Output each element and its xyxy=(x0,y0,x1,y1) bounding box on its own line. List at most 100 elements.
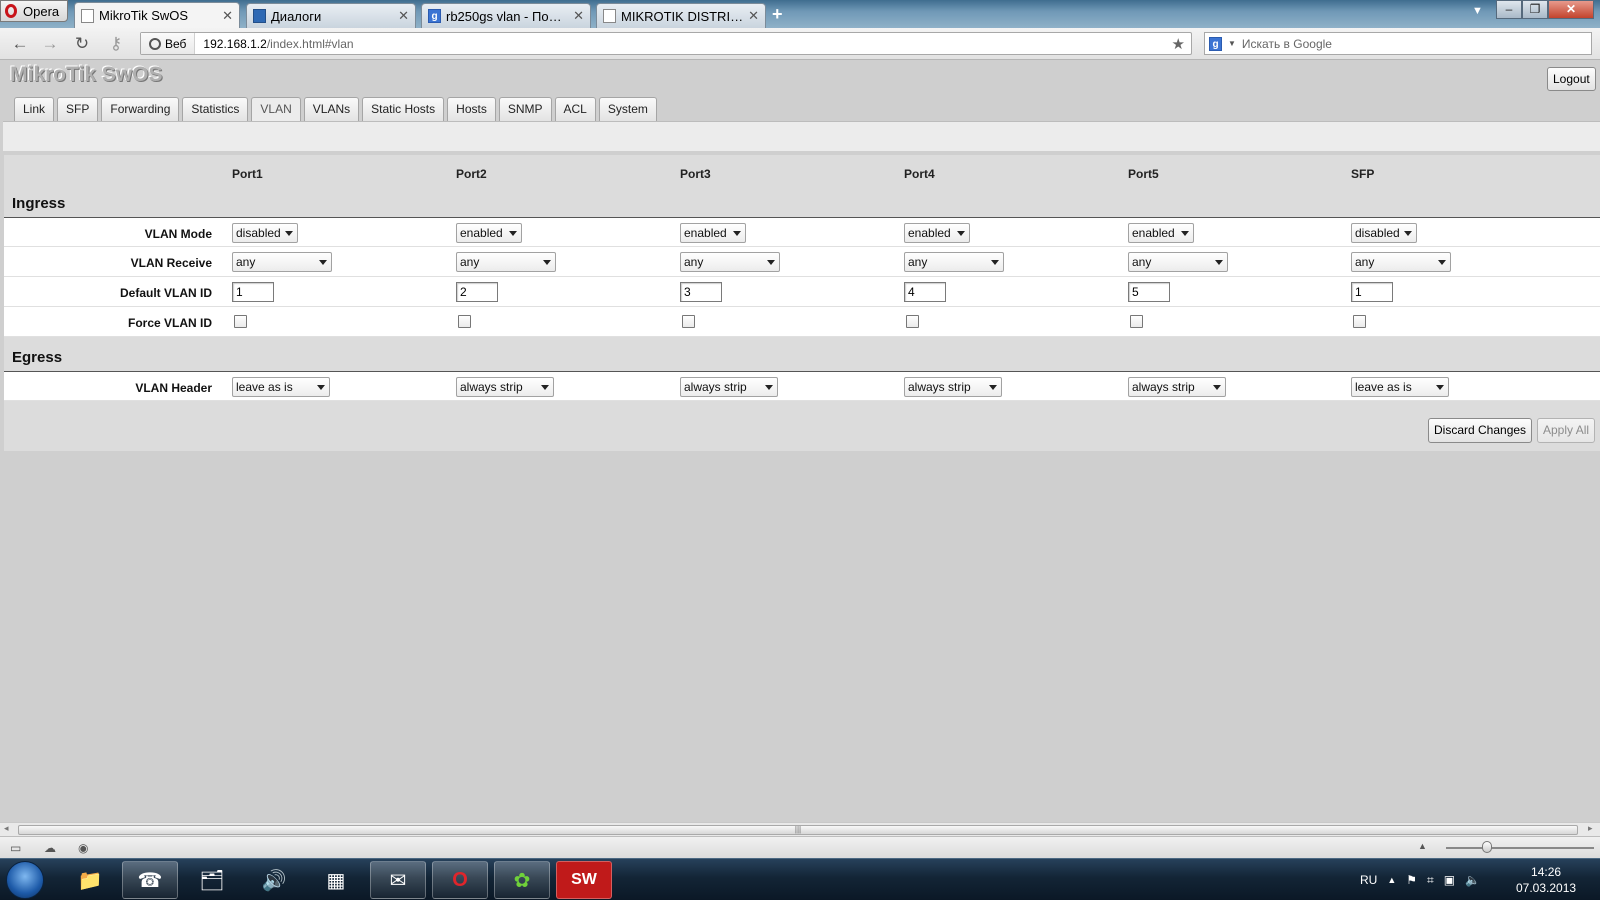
browser-tab-2[interactable]: Диалоги ✕ xyxy=(246,3,416,28)
scrollbar-thumb[interactable]: ||| xyxy=(18,825,1578,835)
vlan-mode-select-port1[interactable]: disabled xyxy=(232,223,298,243)
search-engine-chevron-icon[interactable]: ▼ xyxy=(1228,39,1236,48)
vlan-receive-select-port1[interactable]: any xyxy=(232,252,332,272)
vlan-header-select-sfp[interactable]: leave as is xyxy=(1351,377,1449,397)
zoom-slider-track[interactable] xyxy=(1446,847,1594,849)
force-vlan-id-checkbox-port5[interactable] xyxy=(1130,315,1143,328)
security-badge[interactable]: Веб xyxy=(141,33,196,54)
calculator-icon[interactable]: ▦ xyxy=(308,861,364,899)
port-header-port3: Port3 xyxy=(680,167,711,181)
default-vlan-id-input-port3[interactable]: 3 xyxy=(680,282,722,302)
icq-app-icon[interactable]: ✿ xyxy=(494,861,550,899)
logout-button[interactable]: Logout xyxy=(1547,67,1596,91)
solidworks-app-icon[interactable]: SW xyxy=(556,861,612,899)
tray-expand-icon[interactable]: ▲ xyxy=(1387,875,1396,885)
restore-icon[interactable]: ❐ xyxy=(1522,0,1548,19)
force-vlan-id-checkbox-sfp[interactable] xyxy=(1353,315,1366,328)
address-url[interactable]: 192.168.1.2/index.html#vlan xyxy=(195,37,1165,51)
close-window-icon[interactable]: ✕ xyxy=(1548,0,1594,19)
reload-icon[interactable]: ↻ xyxy=(70,34,94,54)
close-tab-icon[interactable]: ✕ xyxy=(222,8,233,24)
scroll-left-icon[interactable]: ◂ xyxy=(4,823,9,834)
default-vlan-id-input-port5[interactable]: 5 xyxy=(1128,282,1170,302)
force-vlan-id-checkbox-port1[interactable] xyxy=(234,315,247,328)
search-box[interactable]: g ▼ Искать в Google xyxy=(1204,32,1592,55)
default-vlan-id-input-port2[interactable]: 2 xyxy=(456,282,498,302)
vlan-receive-select-port3[interactable]: any xyxy=(680,252,780,272)
tab-forwarding[interactable]: Forwarding xyxy=(101,97,180,121)
start-button-icon[interactable] xyxy=(6,861,44,899)
back-arrow-icon[interactable]: ← xyxy=(8,34,32,54)
opera-menu-button[interactable]: Opera xyxy=(0,0,68,22)
vlan-receive-select-port5[interactable]: any xyxy=(1128,252,1228,272)
tab-acl[interactable]: ACL xyxy=(554,97,596,121)
opera-app-icon[interactable]: O xyxy=(432,861,488,899)
vlan-receive-select-sfp[interactable]: any xyxy=(1351,252,1451,272)
browser-tab-1[interactable]: MikroTik SwOS ✕ xyxy=(74,2,240,28)
language-indicator[interactable]: RU xyxy=(1360,873,1377,887)
vlan-header-select-port1[interactable]: leave as is xyxy=(232,377,330,397)
force-vlan-id-checkbox-port4[interactable] xyxy=(906,315,919,328)
horizontal-scrollbar[interactable]: ◂ ||| ▸ xyxy=(0,822,1600,836)
forward-arrow-icon[interactable]: → xyxy=(38,34,62,54)
tab-system[interactable]: System xyxy=(598,97,657,121)
tab-sfp[interactable]: SFP xyxy=(57,97,99,121)
volume-icon[interactable]: 🔈 xyxy=(1465,873,1480,887)
apply-all-button[interactable]: Apply All xyxy=(1537,418,1596,443)
network-icon[interactable]: ▣ xyxy=(1444,873,1455,887)
browser-tab-3[interactable]: g rb250gs vlan - Поиск в... ✕ xyxy=(421,3,591,28)
browser-tab-title: rb250gs vlan - Поиск в... xyxy=(446,8,569,24)
force-vlan-id-checkbox-port3[interactable] xyxy=(682,315,695,328)
close-tab-icon[interactable]: ✕ xyxy=(398,8,409,24)
zoom-slider-knob[interactable] xyxy=(1482,841,1492,853)
default-vlan-id-input-port1[interactable]: 1 xyxy=(232,282,274,302)
close-tab-icon[interactable]: ✕ xyxy=(748,8,759,24)
tab-static-hosts[interactable]: Static Hosts xyxy=(362,97,445,121)
phone-app-icon[interactable]: ☎ xyxy=(122,861,178,899)
explorer-icon[interactable]: 🗂 xyxy=(184,861,240,899)
tab-list-chevron-icon[interactable]: ▼ xyxy=(1472,5,1483,17)
tab-vlan[interactable]: VLAN xyxy=(251,97,301,122)
vlan-header-select-port4[interactable]: always strip xyxy=(904,377,1002,397)
tab-vlans[interactable]: VLANs xyxy=(303,97,360,121)
vlan-receive-select-port2[interactable]: any xyxy=(456,252,556,272)
app-tab-bar: Link SFP Forwarding Statistics VLAN VLANs Stat… xyxy=(14,97,657,122)
speaker-app-icon[interactable]: 🔊 xyxy=(246,861,302,899)
default-vlan-id-input-sfp[interactable]: 1 xyxy=(1351,282,1393,302)
usb-icon[interactable]: ⌗ xyxy=(1427,873,1434,888)
scroll-right-icon[interactable]: ▸ xyxy=(1588,823,1593,834)
tab-link[interactable]: Link xyxy=(14,97,55,121)
browser-tab-4[interactable]: MIKROTIK DISTRIBUTO... ✕ xyxy=(596,3,766,28)
google-icon[interactable]: g xyxy=(1209,36,1222,51)
vlan-mode-select-port3[interactable]: enabled xyxy=(680,223,746,243)
vlan-mode-select-port5[interactable]: enabled xyxy=(1128,223,1194,243)
key-icon[interactable]: ⚷ xyxy=(104,34,128,54)
mail-app-icon[interactable]: ✉ xyxy=(370,861,426,899)
folder-app-icon[interactable]: 📁 xyxy=(62,861,118,899)
flag-icon[interactable]: ⚑ xyxy=(1406,873,1417,887)
new-tab-plus-icon[interactable]: + xyxy=(772,4,783,25)
discard-changes-button[interactable]: Discard Changes xyxy=(1428,418,1533,443)
vlan-header-select-port5[interactable]: always strip xyxy=(1128,377,1226,397)
port-header-port4: Port4 xyxy=(904,167,935,181)
clock[interactable]: 14:26 07.03.2013 xyxy=(1516,864,1576,896)
tab-statistics[interactable]: Statistics xyxy=(182,97,249,121)
address-bar[interactable]: Веб 192.168.1.2/index.html#vlan ★ xyxy=(140,32,1192,55)
bookmark-star-icon[interactable]: ★ xyxy=(1166,35,1191,53)
panel-toggle-icon[interactable]: ▭ xyxy=(10,841,21,855)
vlan-mode-select-sfp[interactable]: disabled xyxy=(1351,223,1417,243)
minimize-icon[interactable]: – xyxy=(1496,0,1522,19)
tab-hosts[interactable]: Hosts xyxy=(447,97,496,121)
close-tab-icon[interactable]: ✕ xyxy=(573,8,584,24)
vlan-mode-select-port4[interactable]: enabled xyxy=(904,223,970,243)
cloud-icon[interactable]: ☁ xyxy=(44,841,56,855)
vlan-header-select-port2[interactable]: always strip xyxy=(456,377,554,397)
force-vlan-id-checkbox-port2[interactable] xyxy=(458,315,471,328)
vlan-receive-select-port4[interactable]: any xyxy=(904,252,1004,272)
view-up-icon[interactable]: ▲ xyxy=(1418,841,1427,851)
speed-dial-icon[interactable]: ◉ xyxy=(78,841,88,855)
default-vlan-id-input-port4[interactable]: 4 xyxy=(904,282,946,302)
vlan-mode-select-port2[interactable]: enabled xyxy=(456,223,522,243)
vlan-header-select-port3[interactable]: always strip xyxy=(680,377,778,397)
tab-snmp[interactable]: SNMP xyxy=(498,97,552,121)
